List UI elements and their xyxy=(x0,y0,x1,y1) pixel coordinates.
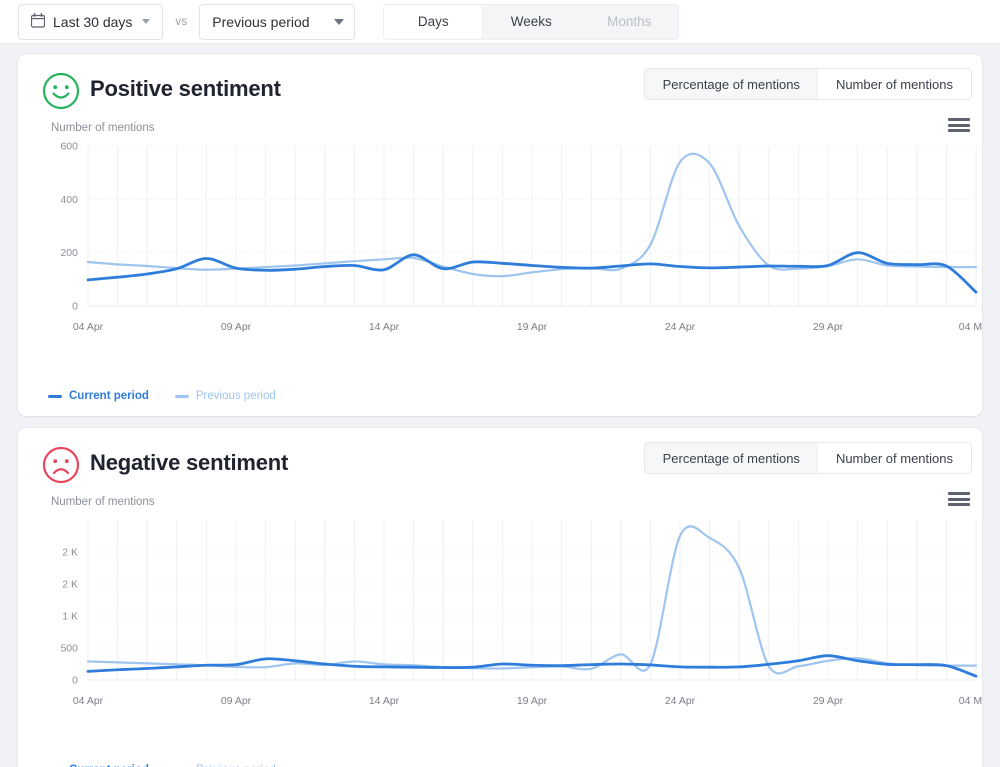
top-toolbar: Last 30 days vs Previous period Days Wee… xyxy=(0,0,1000,44)
date-range-picker[interactable]: Last 30 days xyxy=(18,3,164,40)
legend-item-current[interactable]: Current period xyxy=(48,390,149,402)
svg-text:2 K: 2 K xyxy=(62,579,78,591)
svg-text:24 Apr: 24 Apr xyxy=(665,695,696,707)
svg-text:24 Apr: 24 Apr xyxy=(665,321,696,333)
granularity-tabs: Days Weeks Months xyxy=(383,3,680,40)
svg-text:04 Apr: 04 Apr xyxy=(73,321,104,333)
svg-text:0: 0 xyxy=(72,675,78,687)
tab-weeks-label: Weeks xyxy=(510,14,552,29)
calendar-icon xyxy=(30,12,46,31)
positive-sentiment-chart[interactable]: 0 200 400 600 04 Apr 09 Apr 14 Apr 19 Apr 24 Apr… xyxy=(18,128,982,378)
negative-toggle-number-label: Number of mentions xyxy=(835,450,953,466)
svg-text:04 May: 04 May xyxy=(959,321,982,333)
legend-label-previous: Previous period xyxy=(195,390,276,402)
svg-text:19 Apr: 19 Apr xyxy=(517,695,548,707)
svg-text:400: 400 xyxy=(60,194,78,206)
tab-weeks[interactable]: Weeks xyxy=(482,5,580,39)
chevron-down-icon xyxy=(142,19,151,24)
chevron-down-icon xyxy=(334,18,345,25)
legend-label-current: Current period xyxy=(69,390,149,402)
positive-toggle-percentage-label: Percentage of mentions xyxy=(662,76,800,92)
negative-metric-toggle: Percentage of mentions Number of mention… xyxy=(643,442,972,474)
sentiment-dashboard: Last 30 days vs Previous period Days Wee… xyxy=(0,0,1000,767)
svg-text:200: 200 xyxy=(60,247,78,259)
smiley-face-icon xyxy=(42,72,80,110)
positive-sentiment-card: Positive sentiment Number of mentions Pe… xyxy=(18,54,982,416)
positive-card-header: Positive sentiment Number of mentions Pe… xyxy=(18,54,982,134)
negative-sentiment-chart[interactable]: 0 500 1 K 2 K 2 K 04 Apr 09 Apr 14 Apr 19 Apr 24 … xyxy=(18,502,982,752)
tab-months-label: Months xyxy=(607,14,652,29)
svg-text:2 K: 2 K xyxy=(62,547,78,559)
date-range-label: Last 30 days xyxy=(53,13,133,30)
positive-toggle-number-label: Number of mentions xyxy=(835,76,953,92)
svg-text:04 May: 04 May xyxy=(959,695,982,707)
legend-item-previous[interactable]: Previous period xyxy=(174,390,276,402)
svg-text:09 Apr: 09 Apr xyxy=(221,321,252,333)
svg-text:29 Apr: 29 Apr xyxy=(813,321,844,333)
positive-toggle-percentage[interactable]: Percentage of mentions xyxy=(645,69,818,99)
negative-card-header: Negative sentiment Number of mentions Pe… xyxy=(18,428,982,508)
svg-text:29 Apr: 29 Apr xyxy=(813,695,844,707)
tab-days[interactable]: Days xyxy=(384,4,483,39)
tab-days-label: Days xyxy=(417,14,449,29)
svg-text:14 Apr: 14 Apr xyxy=(369,695,400,707)
svg-text:1 K: 1 K xyxy=(62,611,78,623)
compare-period-label: Previous period xyxy=(212,13,310,30)
svg-text:500: 500 xyxy=(60,643,78,655)
positive-toggle-number[interactable]: Number of mentions xyxy=(817,69,971,99)
negative-toggle-percentage-label: Percentage of mentions xyxy=(662,450,800,466)
tab-months: Months xyxy=(580,5,678,39)
positive-card-title: Positive sentiment xyxy=(90,76,281,101)
compare-period-select[interactable]: Previous period xyxy=(199,3,356,40)
vs-label: vs xyxy=(175,15,188,28)
svg-text:0: 0 xyxy=(72,301,78,313)
svg-text:19 Apr: 19 Apr xyxy=(517,321,548,333)
negative-card-title: Negative sentiment xyxy=(90,450,289,475)
legend-swatch-current xyxy=(48,394,62,398)
negative-toggle-number[interactable]: Number of mentions xyxy=(817,443,971,473)
svg-text:14 Apr: 14 Apr xyxy=(369,321,400,333)
negative-toggle-percentage[interactable]: Percentage of mentions xyxy=(645,443,818,473)
negative-sentiment-card: Negative sentiment Number of mentions Pe… xyxy=(18,428,982,767)
svg-text:04 Apr: 04 Apr xyxy=(73,695,104,707)
svg-text:09 Apr: 09 Apr xyxy=(221,695,252,707)
left-rail xyxy=(0,44,8,767)
frowning-face-icon xyxy=(42,446,80,484)
legend-swatch-previous xyxy=(174,394,189,398)
positive-chart-legend: Current period Previous period xyxy=(48,390,276,402)
svg-text:600: 600 xyxy=(60,141,78,153)
positive-metric-toggle: Percentage of mentions Number of mention… xyxy=(643,68,972,100)
